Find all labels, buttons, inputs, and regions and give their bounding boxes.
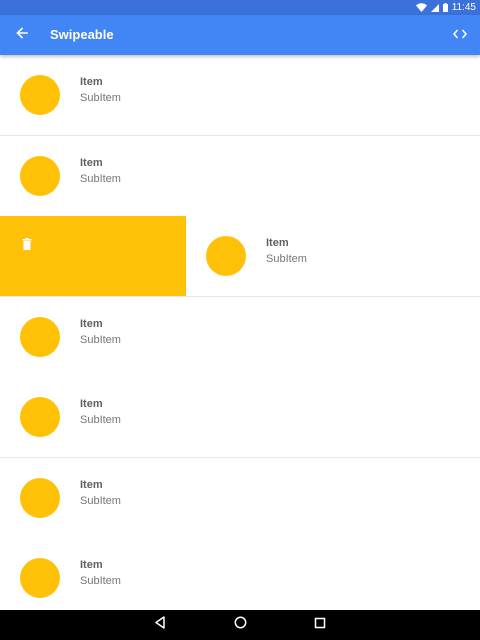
back-button[interactable] — [12, 25, 32, 45]
item-subtitle: SubItem — [80, 414, 121, 426]
item-subtitle: SubItem — [80, 92, 121, 104]
list-item-content: Item SubItem — [0, 377, 480, 457]
list-item[interactable]: Item SubItem — [0, 55, 480, 136]
arrow-back-icon — [16, 26, 28, 44]
list-item-content: Item SubItem — [0, 297, 480, 377]
avatar — [20, 478, 60, 518]
delete-action-panel[interactable] — [0, 216, 186, 296]
item-title: Item — [80, 479, 103, 491]
list-item[interactable]: Item SubItem — [0, 377, 480, 458]
home-circle-icon — [234, 616, 247, 634]
avatar — [20, 317, 60, 357]
app-bar: Swipeable — [0, 15, 480, 55]
list-item-content: Item SubItem — [186, 216, 480, 296]
list-item-content: Item SubItem — [0, 538, 480, 610]
swipeable-list: Item SubItem Item SubItem Item SubItem I… — [0, 55, 480, 610]
avatar — [20, 75, 60, 115]
nav-recents-button[interactable] — [310, 615, 330, 635]
list-item-content: Item SubItem — [0, 458, 480, 538]
list-item[interactable]: Item SubItem — [0, 538, 480, 610]
recents-square-icon — [314, 616, 326, 634]
page-title: Swipeable — [50, 27, 114, 42]
item-title: Item — [80, 398, 103, 410]
list-item-content: Item SubItem — [0, 136, 480, 216]
item-title: Item — [266, 237, 289, 249]
status-bar: 11:45 — [0, 0, 480, 15]
avatar — [206, 236, 246, 276]
nav-back-button[interactable] — [150, 615, 170, 635]
list-item-swiped[interactable]: Item SubItem — [0, 216, 480, 297]
view-source-button[interactable] — [450, 25, 470, 45]
list-item[interactable]: Item SubItem — [0, 136, 480, 217]
status-time: 11:45 — [451, 2, 476, 13]
list-item[interactable]: Item SubItem — [0, 458, 480, 539]
item-title: Item — [80, 318, 103, 330]
item-subtitle: SubItem — [80, 495, 121, 507]
item-subtitle: SubItem — [80, 334, 121, 346]
code-icon — [453, 26, 467, 44]
item-title: Item — [80, 157, 103, 169]
avatar — [20, 558, 60, 598]
avatar — [20, 397, 60, 437]
item-subtitle: SubItem — [80, 173, 121, 185]
list-item[interactable]: Item SubItem — [0, 297, 480, 378]
trash-icon[interactable] — [22, 237, 32, 255]
back-triangle-icon — [154, 616, 166, 634]
list-item-content: Item SubItem — [0, 55, 480, 135]
item-subtitle: SubItem — [266, 253, 307, 265]
status-icons: 11:45 — [415, 0, 476, 15]
avatar — [20, 156, 60, 196]
system-nav-bar — [0, 610, 480, 640]
nav-home-button[interactable] — [230, 615, 250, 635]
item-title: Item — [80, 559, 103, 571]
item-subtitle: SubItem — [80, 575, 121, 587]
item-title: Item — [80, 76, 103, 88]
